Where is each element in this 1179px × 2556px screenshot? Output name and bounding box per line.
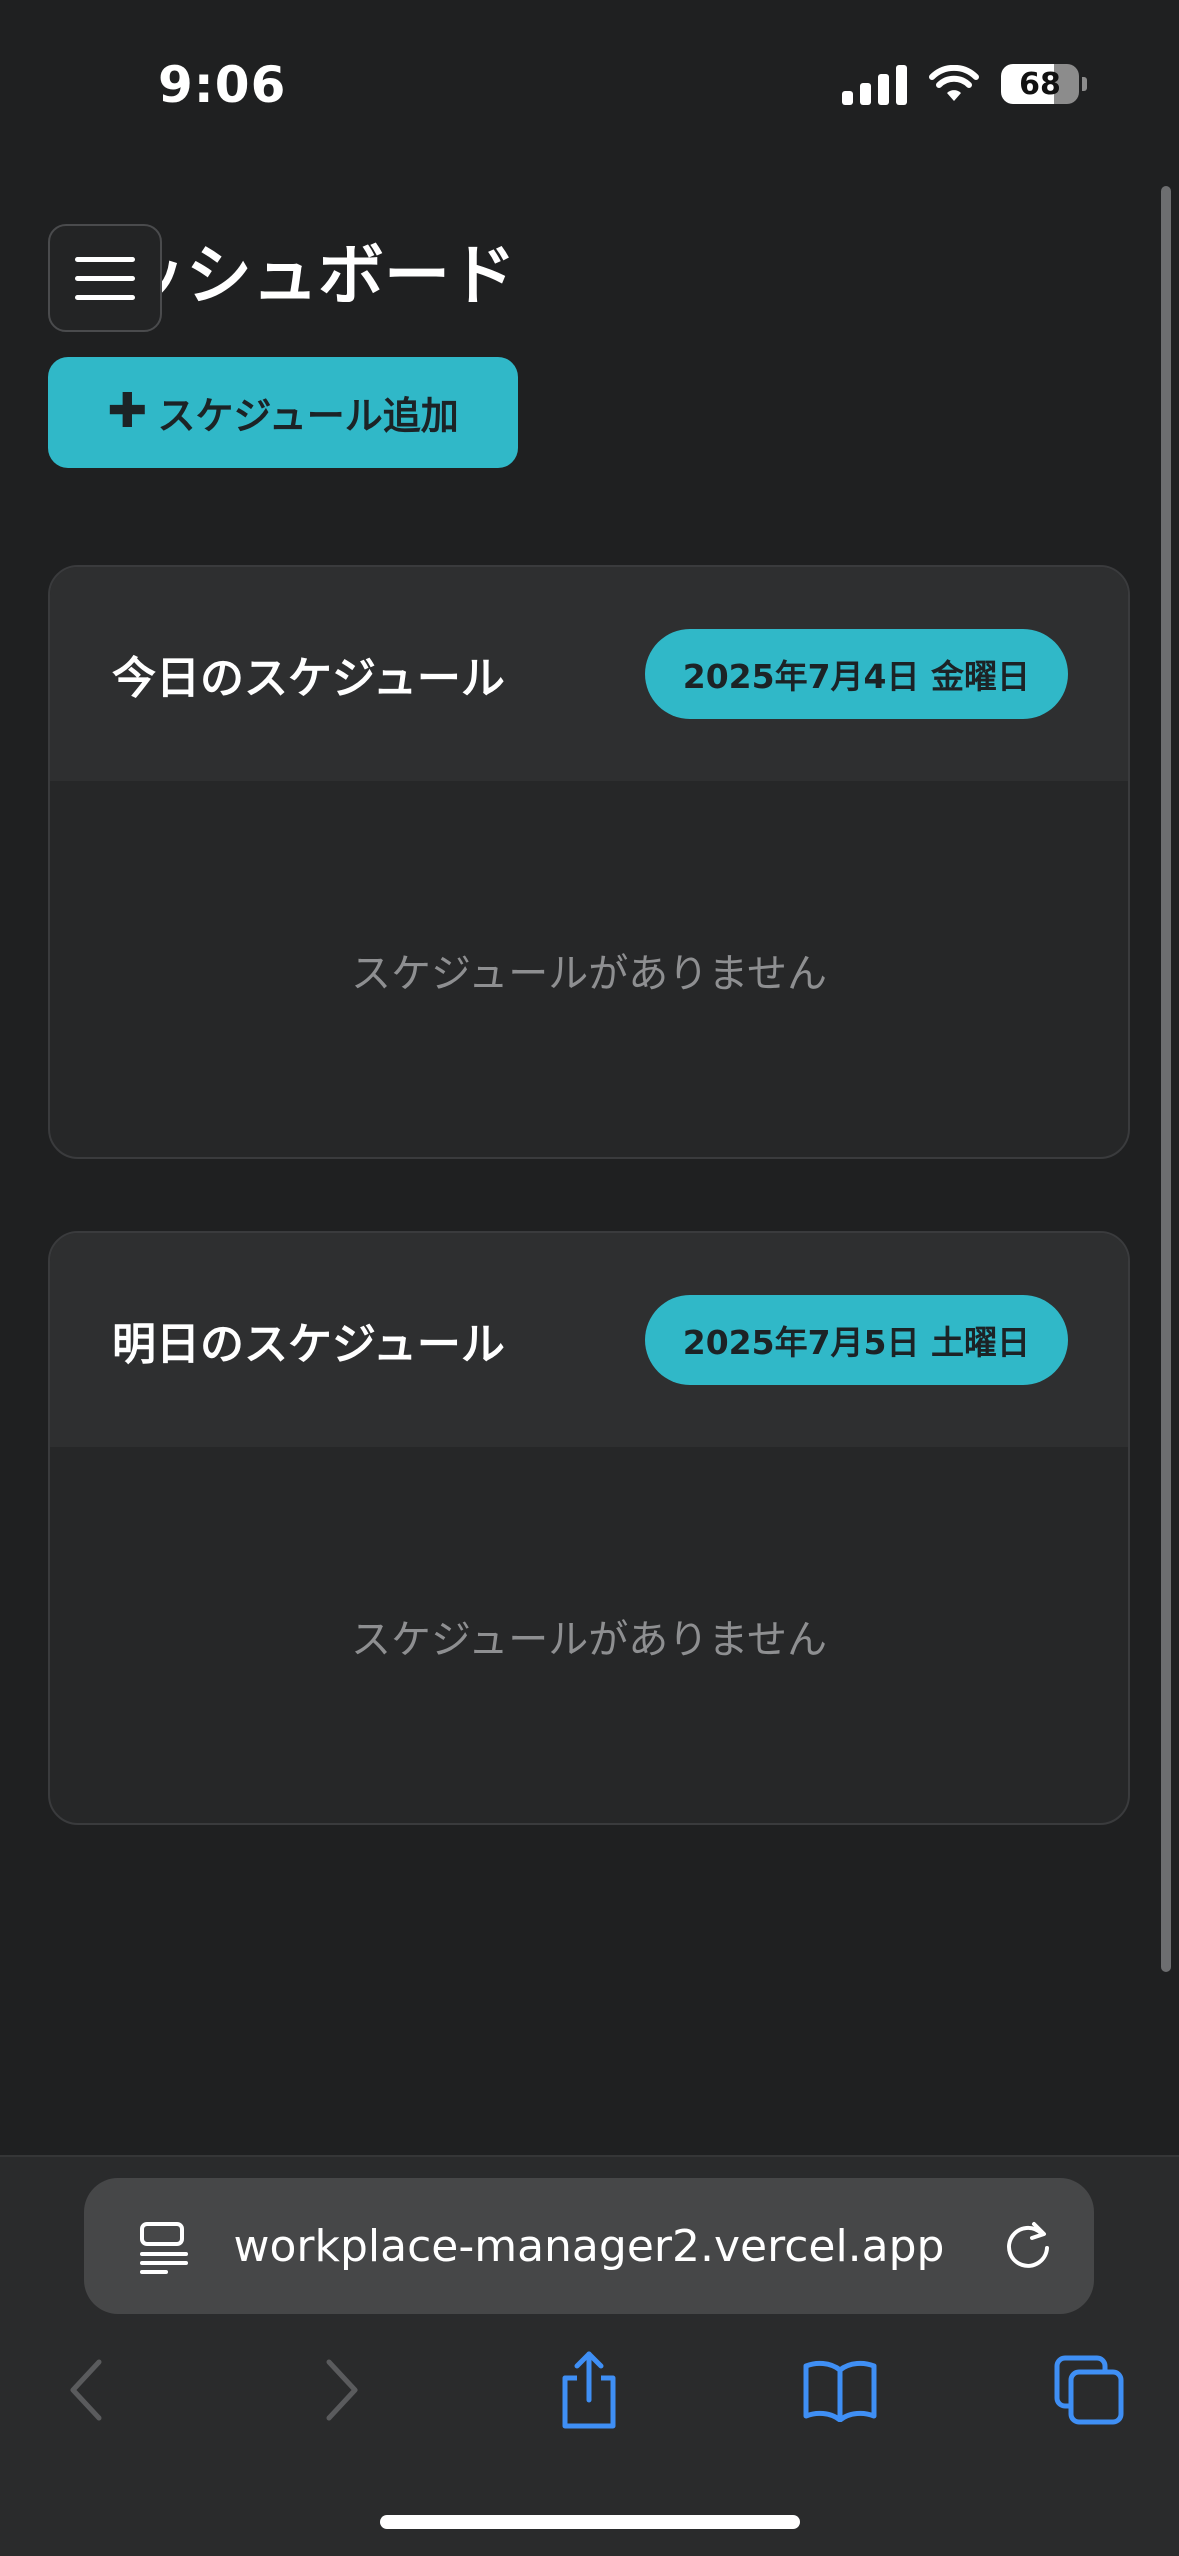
reload-icon[interactable] (1000, 2218, 1056, 2274)
url-text: workplace-manager2.vercel.app (233, 2220, 945, 2272)
share-icon (562, 2351, 616, 2429)
chevron-left-icon (70, 2359, 102, 2421)
page-menu-icon[interactable] (136, 2220, 194, 2276)
date-badge: 2025年7月5日 土曜日 (644, 1295, 1068, 1385)
tomorrow-schedule-card: 明日のスケジュール 2025年7月5日 土曜日 スケジュールがありません (48, 1231, 1130, 1825)
empty-message: スケジュールがありません (351, 951, 827, 997)
wifi-icon (929, 65, 979, 101)
date-badge: 2025年7月4日 金曜日 (644, 629, 1068, 719)
add-schedule-label: スケジュール追加 (157, 394, 459, 438)
empty-message: スケジュールがありません (351, 1617, 827, 1663)
screen: 9:06 68 ッシュボード ✚ スケジュール追加 今日のスケジュール 2025… (0, 0, 1179, 2556)
book-icon (803, 2360, 877, 2422)
share-button[interactable] (544, 2340, 634, 2440)
address-bar[interactable]: workplace-manager2.vercel.app (84, 2178, 1094, 2314)
home-indicator[interactable] (380, 2515, 800, 2529)
bookmarks-button[interactable] (795, 2340, 885, 2440)
back-button[interactable] (42, 2340, 132, 2440)
card-header: 明日のスケジュール 2025年7月5日 土曜日 (50, 1233, 1128, 1447)
add-schedule-button[interactable]: ✚ スケジュール追加 (48, 357, 518, 468)
cellular-signal-icon (842, 63, 907, 105)
scrollbar[interactable] (1161, 186, 1171, 1972)
tabs-button[interactable] (1044, 2340, 1134, 2440)
today-schedule-card: 今日のスケジュール 2025年7月4日 金曜日 スケジュールがありません (48, 565, 1130, 1159)
page-title: ッシュボード (120, 237, 516, 314)
battery-icon: 68 (1001, 64, 1087, 104)
chevron-right-icon (326, 2359, 358, 2421)
menu-button[interactable] (48, 224, 162, 332)
card-header: 今日のスケジュール 2025年7月4日 金曜日 (50, 567, 1128, 781)
browser-nav-row (0, 2340, 1179, 2440)
plus-icon: ✚ (107, 382, 148, 439)
status-time: 9:06 (158, 56, 287, 114)
hamburger-icon (75, 256, 135, 262)
card-title: 明日のスケジュール (112, 1319, 505, 1370)
tabs-icon (1054, 2355, 1124, 2425)
status-indicators: 68 (842, 62, 1087, 106)
card-title: 今日のスケジュール (112, 653, 505, 704)
forward-button[interactable] (296, 2340, 386, 2440)
